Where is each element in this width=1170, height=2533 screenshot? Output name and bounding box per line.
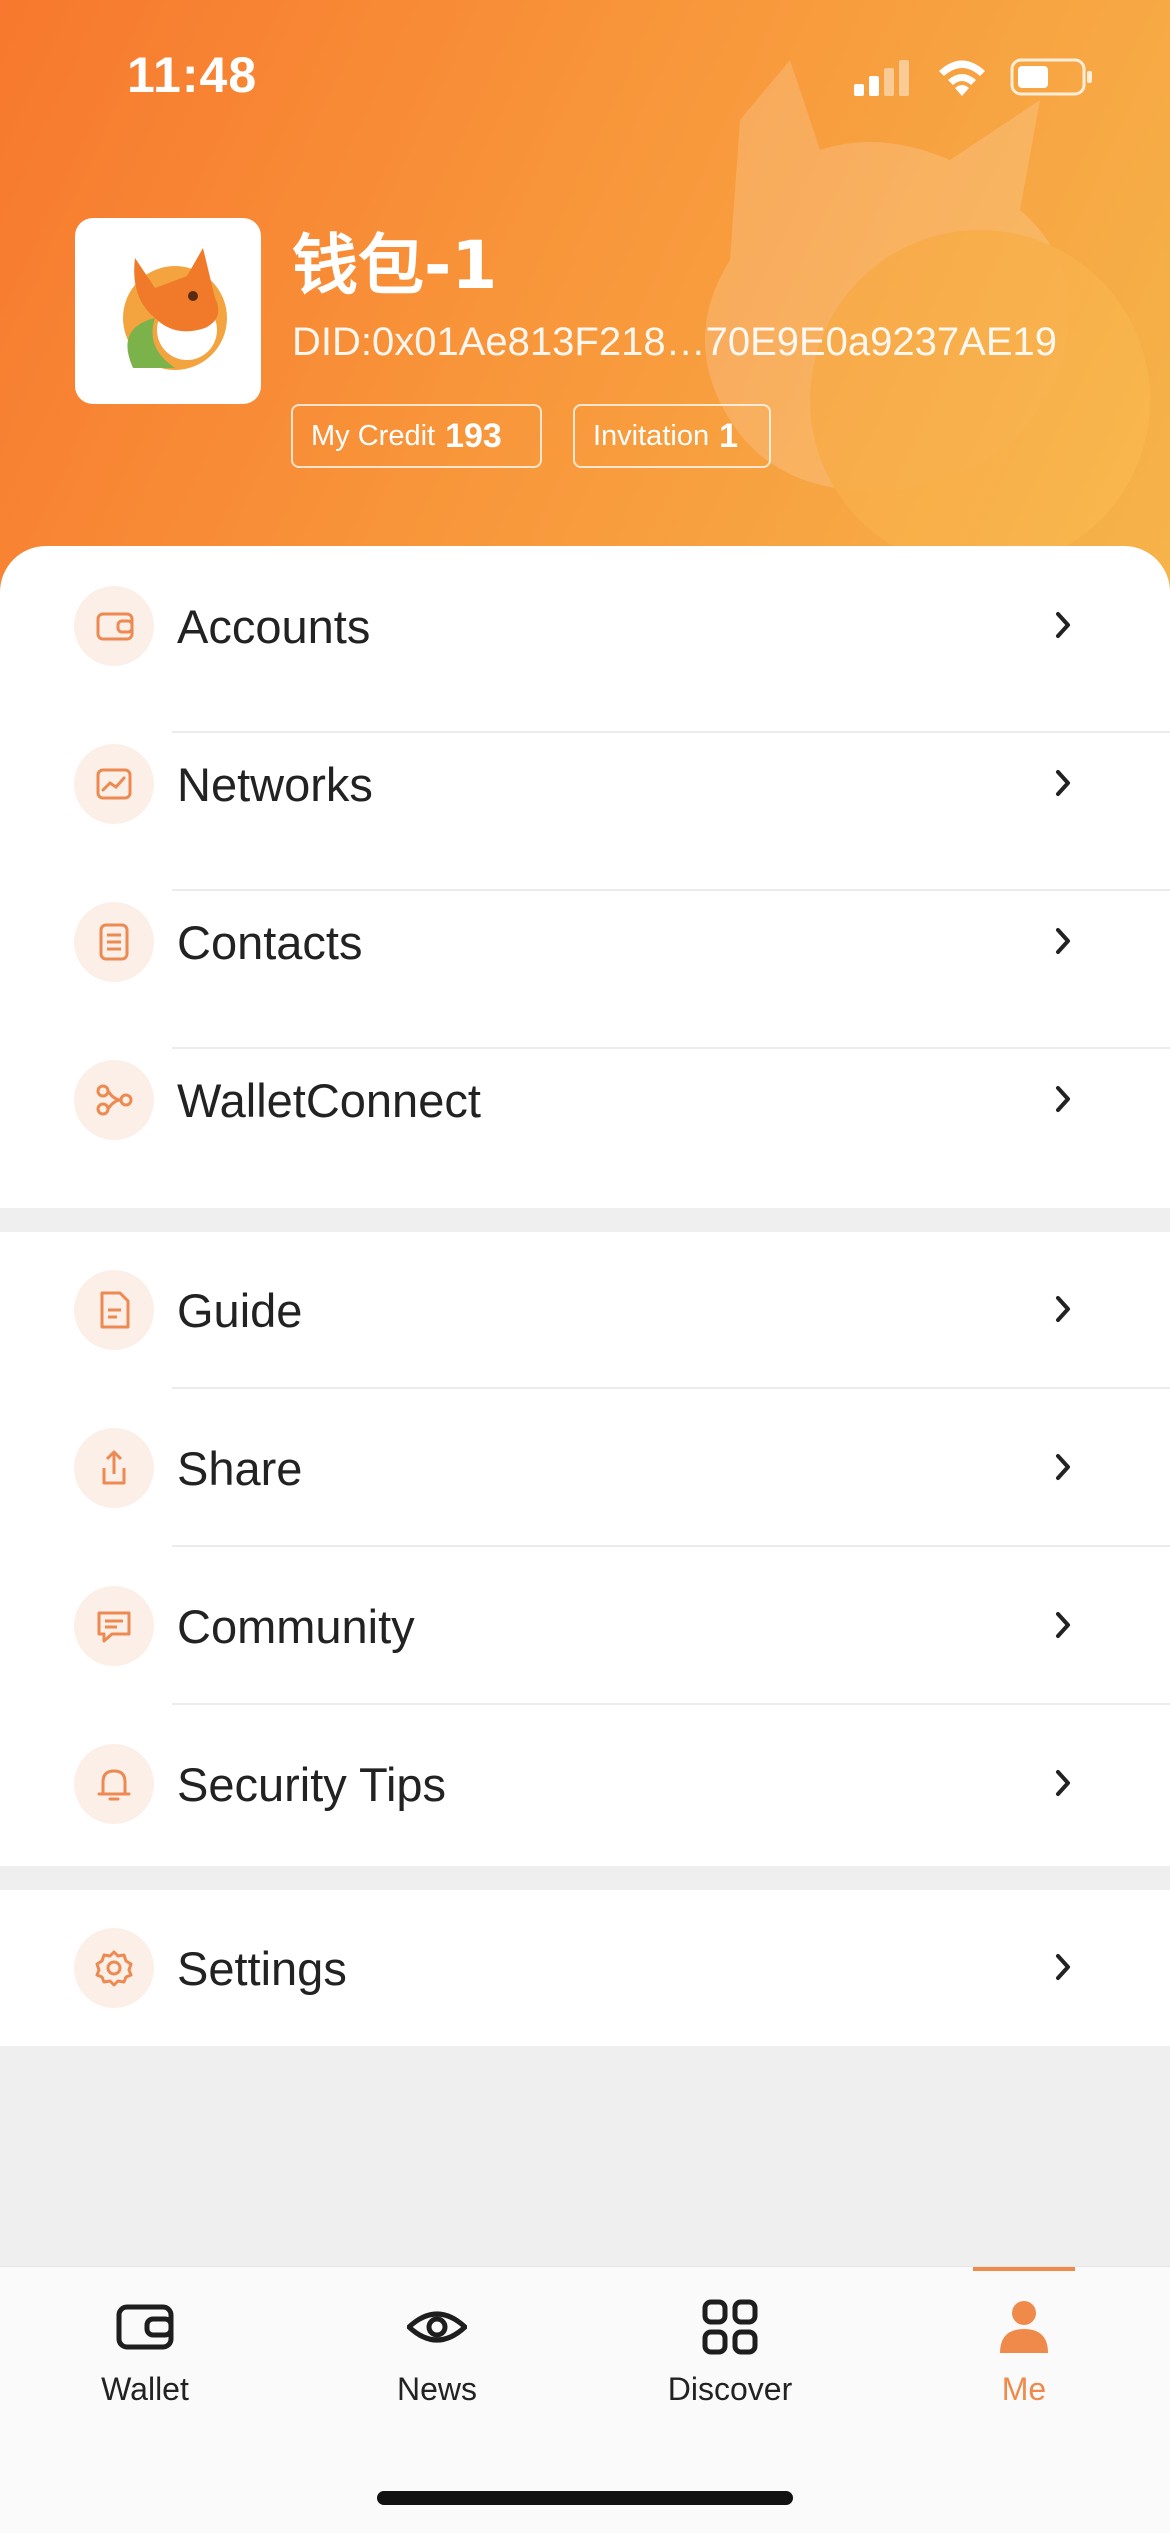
menu-item-contacts[interactable]: Contacts	[0, 862, 1170, 1020]
wifi-icon	[939, 60, 985, 96]
invitation-label: Invitation	[593, 419, 710, 452]
chevron-right-icon	[1056, 1770, 1070, 1796]
cellular-signal-icon	[854, 60, 909, 96]
chat-icon	[74, 1586, 154, 1666]
chevron-right-icon	[1056, 1454, 1070, 1480]
menu-item-label: Accounts	[177, 600, 371, 653]
wallet-name[interactable]: 钱包-1	[292, 212, 497, 308]
menu-item-settings[interactable]: Settings	[0, 1890, 1170, 2048]
fox-logo-icon	[123, 248, 227, 370]
wallet-icon	[116, 2304, 174, 2350]
menu-item-label: Settings	[177, 1942, 347, 1995]
status-time: 11:48	[127, 47, 258, 103]
wallet-icon	[74, 586, 154, 666]
tab-news[interactable]: News	[327, 2267, 547, 2427]
person-icon	[1000, 2301, 1048, 2353]
tab-label: News	[396, 2371, 477, 2407]
invitation-badge[interactable]: Invitation 1	[573, 404, 771, 468]
gear-icon	[74, 1928, 154, 2008]
chevron-right-icon	[1056, 1954, 1070, 1980]
eye-icon	[407, 2311, 467, 2343]
did-address[interactable]: DID:0x01Ae813F218…70E9E0a9237AE19	[292, 320, 1057, 365]
list-icon	[74, 902, 154, 982]
menu-item-label: Guide	[177, 1284, 303, 1337]
status-bar: 11:48	[0, 0, 1170, 150]
chevron-right-icon	[1056, 1296, 1070, 1322]
connect-icon	[74, 1060, 154, 1140]
menu-item-guide[interactable]: Guide	[0, 1232, 1170, 1390]
tab-discover[interactable]: Discover	[620, 2267, 840, 2427]
menu-item-share[interactable]: Share	[0, 1390, 1170, 1548]
menu-item-label: Community	[177, 1600, 415, 1653]
bell-icon	[74, 1744, 154, 1824]
menu-item-label: Share	[177, 1442, 303, 1495]
menu-item-community[interactable]: Community	[0, 1548, 1170, 1706]
chevron-right-icon	[1056, 1612, 1070, 1638]
menu-item-walletconnect[interactable]: WalletConnect	[0, 1020, 1170, 1178]
invitation-value: 1	[719, 416, 738, 455]
menu-item-accounts[interactable]: Accounts	[0, 546, 1170, 704]
credit-badge[interactable]: My Credit 193	[291, 404, 542, 468]
share-icon	[74, 1428, 154, 1508]
document-icon	[74, 1270, 154, 1350]
chevron-right-icon	[1056, 1086, 1070, 1112]
chevron-right-icon	[1056, 612, 1070, 638]
tab-label: Me	[1001, 2371, 1047, 2407]
chevron-right-icon	[1056, 928, 1070, 954]
menu-group-account: Accounts Networks Contacts WalletConnect	[0, 546, 1170, 1208]
tab-bar: Wallet News Discover Me	[0, 2266, 1170, 2533]
chevron-right-icon	[1056, 770, 1070, 796]
chart-icon	[74, 744, 154, 824]
tab-label: Discover	[667, 2371, 793, 2407]
divider	[172, 1387, 1170, 1389]
menu-item-label: Security Tips	[177, 1758, 447, 1811]
home-indicator	[377, 2491, 793, 2505]
menu-item-security-tips[interactable]: Security Tips	[0, 1706, 1170, 1864]
menu-item-label: WalletConnect	[177, 1074, 481, 1127]
menu-item-networks[interactable]: Networks	[0, 704, 1170, 862]
grid-icon	[702, 2299, 758, 2355]
tab-me[interactable]: Me	[914, 2267, 1134, 2427]
menu-item-label: Networks	[177, 758, 373, 811]
tab-label: Wallet	[101, 2371, 189, 2407]
tab-wallet[interactable]: Wallet	[35, 2267, 255, 2427]
battery-icon	[1010, 58, 1092, 96]
avatar[interactable]	[75, 218, 261, 404]
divider	[172, 1703, 1170, 1705]
credit-value: 193	[445, 416, 502, 455]
menu-item-label: Contacts	[177, 916, 363, 969]
menu-group-info: Guide Share Community Security Tips	[0, 1232, 1170, 1866]
profile-header: 11:48 钱包-1 DID:0x01Ae813F218…70E9E0a9237	[0, 0, 1170, 600]
credit-label: My Credit	[311, 419, 436, 452]
divider	[172, 1545, 1170, 1547]
menu-group-settings: Settings	[0, 1890, 1170, 2046]
